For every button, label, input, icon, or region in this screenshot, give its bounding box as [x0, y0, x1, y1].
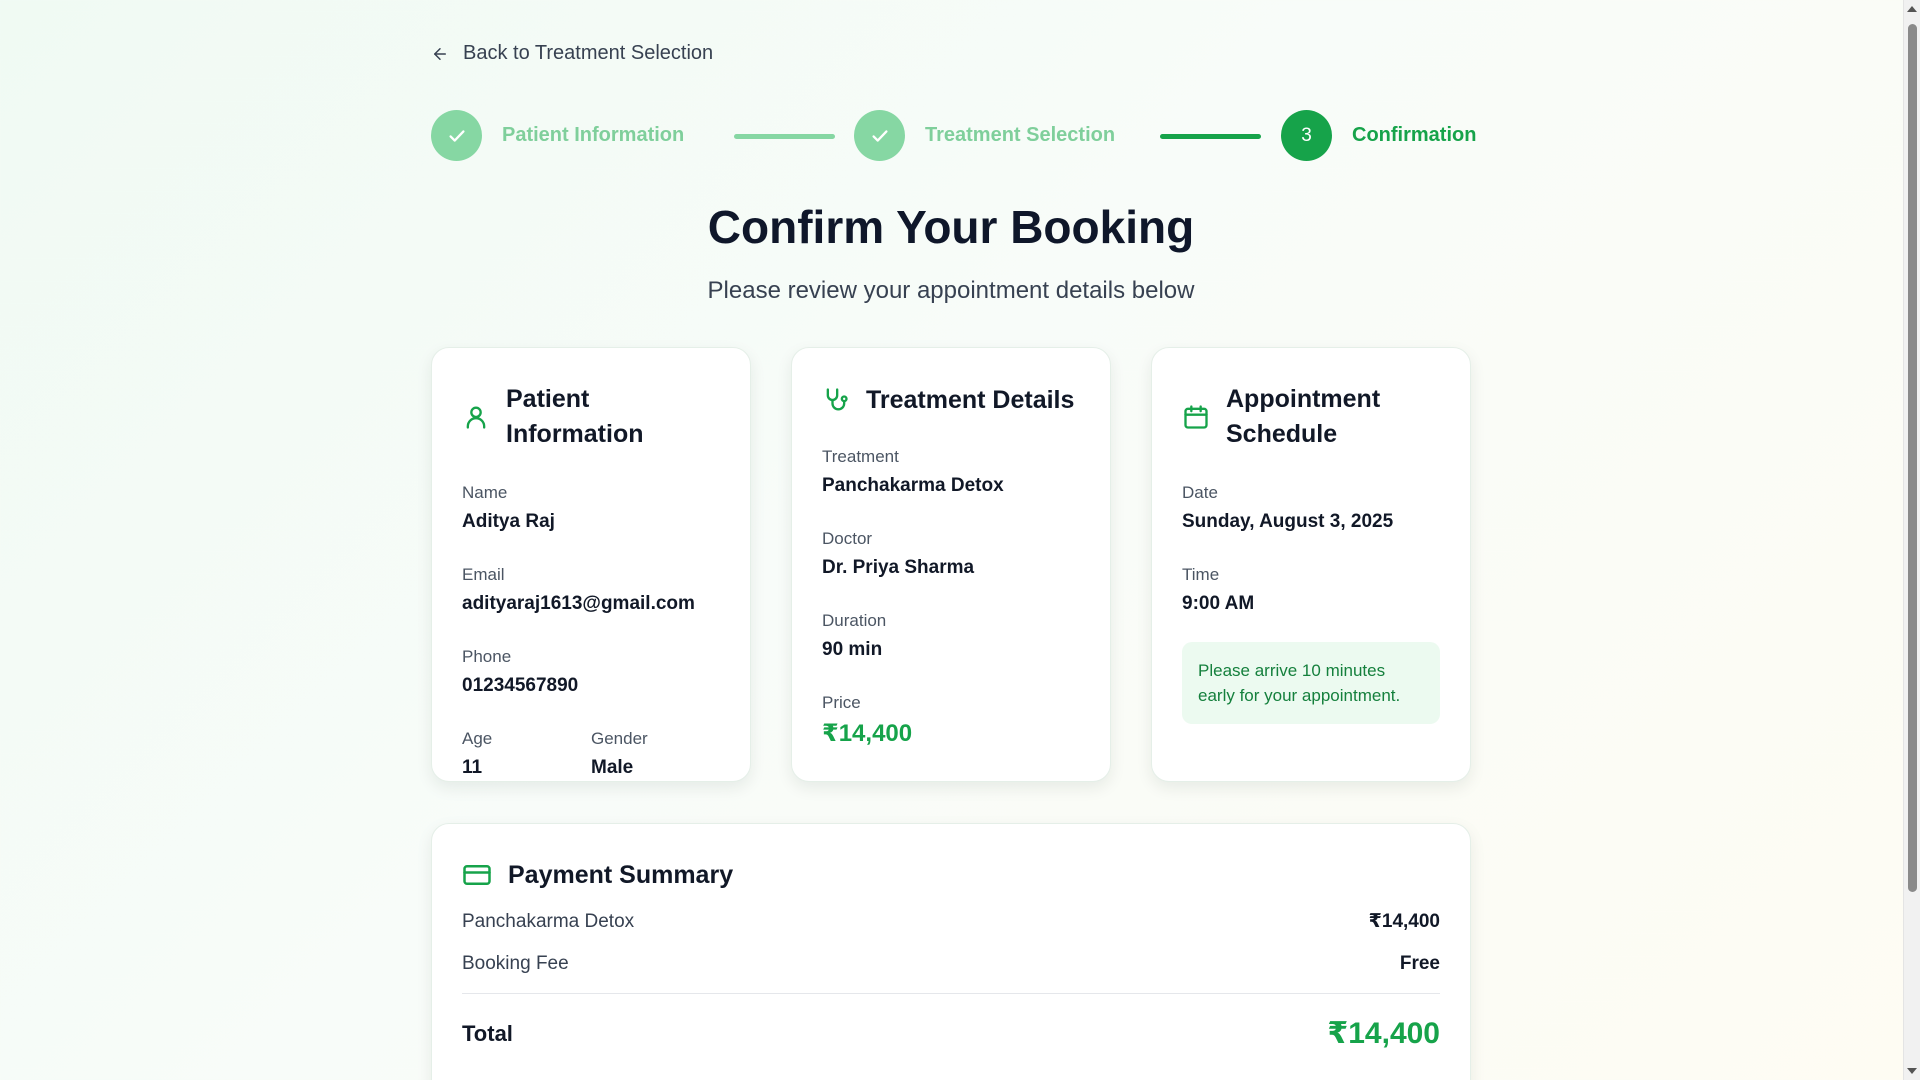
stethoscope-icon: [826, 388, 848, 411]
patient-phone-field: Phone 01234567890: [462, 646, 720, 698]
duration-label: Duration: [822, 611, 887, 630]
back-link-label: Back to Treatment Selection: [463, 42, 714, 64]
patient-card-header: Patient Information: [462, 382, 720, 452]
time-value: 9:00 AM: [1182, 593, 1255, 614]
treatment-details-card: Treatment Details Treatment Panchakarma …: [791, 347, 1111, 782]
arrival-note: Please arrive 10 minutes early for your …: [1182, 642, 1440, 724]
payment-header: Payment Summary: [462, 860, 1440, 890]
progress-stepper: Patient Information Treatment Selection …: [431, 110, 1476, 162]
total-amount: ₹14,400: [1327, 1017, 1440, 1050]
date-value: Sunday, August 3, 2025: [1182, 511, 1394, 532]
step-connector-2: [1160, 134, 1261, 139]
step-3-label: Confirmation: [1352, 124, 1477, 146]
time-field: Time 9:00 AM: [1182, 564, 1440, 616]
scroll-up-arrow-icon[interactable]: [1907, 6, 1917, 12]
treatment-value: Panchakarma Detox: [822, 475, 1004, 496]
patient-gender-field: Gender Male: [591, 728, 720, 780]
gender-label: Gender: [591, 729, 648, 748]
patient-information-card: Patient Information Name Aditya Raj Emai…: [431, 347, 751, 782]
back-to-treatment-link[interactable]: Back to Treatment Selection: [431, 42, 713, 65]
scrollbar-thumb[interactable]: [1908, 24, 1917, 892]
price-value: ₹14,400: [822, 720, 913, 747]
scroll-down-arrow-icon[interactable]: [1907, 1068, 1917, 1074]
step-1-label: Patient Information: [502, 124, 685, 146]
payment-summary-card: Payment Summary Panchakarma Detox ₹14,40…: [431, 823, 1471, 1080]
treatment-card-header: Treatment Details: [822, 382, 1080, 418]
email-value: adityaraj1613@gmail.com: [462, 593, 695, 614]
phone-label: Phone: [462, 647, 512, 666]
schedule-card-header: Appointment Schedule: [1182, 382, 1440, 452]
step-confirmation: 3 Confirmation: [1281, 110, 1476, 161]
calendar-icon: [1184, 405, 1208, 429]
time-label: Time: [1182, 565, 1220, 584]
step-patient-information: Patient Information: [431, 110, 684, 161]
name-value: Aditya Raj: [462, 511, 555, 532]
credit-card-icon: [463, 865, 491, 885]
payment-title: Payment Summary: [508, 860, 734, 889]
total-label: Total: [462, 1020, 513, 1046]
gender-value: Male: [591, 757, 634, 778]
step-2-label: Treatment Selection: [925, 124, 1116, 146]
schedule-card-title: Appointment Schedule: [1226, 385, 1381, 448]
step-3-number-circle: 3: [1281, 110, 1332, 161]
line-item-amount: Free: [1399, 953, 1440, 974]
treatment-card-title: Treatment Details: [866, 385, 1075, 414]
appointment-schedule-card: Appointment Schedule Date Sunday, August…: [1151, 347, 1471, 782]
step-1-check-circle: [431, 110, 482, 161]
age-label: Age: [462, 729, 493, 748]
check-icon: [871, 129, 888, 142]
payment-line-item: Booking Fee Free: [462, 953, 1440, 975]
page-title: Confirm Your Booking: [707, 201, 1195, 253]
doctor-field: Doctor Dr. Priya Sharma: [822, 528, 1080, 580]
line-item-amount: ₹14,400: [1368, 911, 1440, 932]
patient-email-field: Email adityaraj1613@gmail.com: [462, 564, 720, 616]
date-label: Date: [1182, 483, 1218, 502]
step-connector-1: [734, 134, 835, 139]
line-item-name: Panchakarma Detox: [462, 910, 635, 932]
patient-age-field: Age 11: [462, 728, 591, 780]
patient-card-title: Patient Information: [506, 385, 644, 448]
payment-total-row: Total ₹14,400: [462, 1016, 1440, 1051]
age-gender-row: Age 11 Gender Male: [462, 728, 720, 780]
date-field: Date Sunday, August 3, 2025: [1182, 482, 1440, 534]
user-icon: [466, 406, 486, 429]
age-value: 11: [462, 757, 483, 778]
doctor-label: Doctor: [822, 529, 873, 548]
step-2-check-circle: [854, 110, 905, 161]
payment-line-item: Panchakarma Detox ₹14,400: [462, 910, 1440, 933]
doctor-value: Dr. Priya Sharma: [822, 557, 975, 578]
treatment-name-field: Treatment Panchakarma Detox: [822, 446, 1080, 498]
patient-name-field: Name Aditya Raj: [462, 482, 720, 534]
treatment-label: Treatment: [822, 447, 899, 466]
duration-field: Duration 90 min: [822, 610, 1080, 662]
phone-value: 01234567890: [462, 675, 579, 696]
payment-divider: [462, 993, 1440, 994]
vertical-scrollbar[interactable]: [1903, 0, 1920, 1080]
line-item-name: Booking Fee: [462, 953, 569, 974]
price-label: Price: [822, 693, 861, 712]
page-subtitle: Please review your appointment details b…: [707, 277, 1195, 304]
arrow-left-icon: [434, 47, 446, 60]
email-label: Email: [462, 565, 505, 584]
price-field: Price ₹14,400: [822, 692, 1080, 746]
duration-value: 90 min: [822, 639, 883, 660]
check-icon: [448, 129, 465, 142]
step-treatment-selection: Treatment Selection: [854, 110, 1115, 161]
name-label: Name: [462, 483, 508, 502]
